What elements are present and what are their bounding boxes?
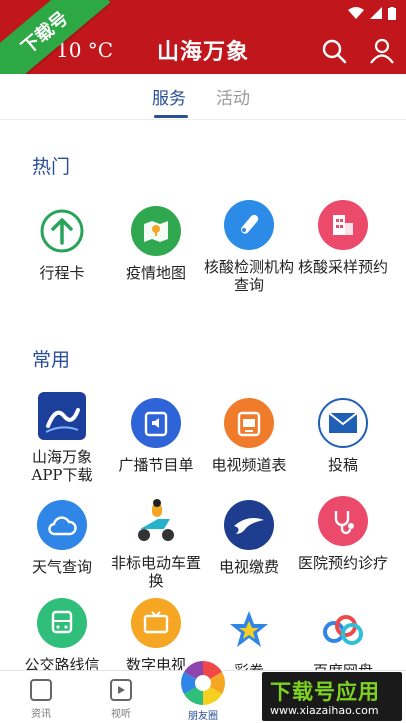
stethoscope-icon (318, 496, 368, 546)
status-bar (348, 4, 396, 22)
service-baidu-drive[interactable]: 百度网盘 (298, 604, 388, 680)
digital-tv-icon (131, 598, 181, 648)
user-icon (370, 38, 394, 64)
tab-activity[interactable]: 活动 (216, 84, 250, 109)
service-radio-schedule[interactable]: 广播节目单 (111, 398, 201, 474)
app-logo-icon (38, 392, 86, 440)
tab-service[interactable]: 服务 (152, 84, 186, 109)
signal-icon (370, 7, 382, 19)
mail-icon (318, 398, 368, 448)
star-icon (224, 604, 274, 654)
item-label: 行程卡 (39, 264, 85, 282)
play-icon (110, 679, 132, 701)
watermark-url: www.xiazaihao.com (270, 704, 379, 717)
bird-icon (224, 500, 274, 550)
search-button[interactable] (321, 38, 347, 64)
itinerary-arrow-icon (37, 206, 87, 256)
service-submit[interactable]: 投稿 (298, 398, 388, 474)
user-button[interactable] (369, 38, 395, 64)
item-label: 投稿 (327, 456, 358, 474)
radio-schedule-icon (131, 398, 181, 448)
test-tube-icon (224, 200, 274, 250)
item-label: 广播节目单 (118, 456, 194, 474)
item-label: 核酸采样预约 (298, 258, 389, 276)
service-tv-schedule[interactable]: 电视频道表 (204, 398, 294, 474)
cloud-icon (37, 500, 87, 550)
building-icon (318, 200, 368, 250)
nav-label: 视听 (111, 709, 131, 720)
service-app-download[interactable]: 山海万象APP下载 (17, 392, 107, 484)
item-label: 核酸检测机构查询 (204, 258, 295, 294)
item-label: 电视频道表 (211, 456, 287, 474)
item-label: 山海万象APP下载 (31, 448, 93, 484)
nav-label-moments: 朋友圈 (188, 711, 218, 722)
item-label: 疫情地图 (125, 264, 186, 282)
service-epidemic-map[interactable]: 疫情地图 (111, 206, 201, 282)
tab-bar: 服务 活动 (0, 74, 406, 120)
item-label: 非标电动车置换 (111, 554, 202, 590)
news-icon (30, 679, 52, 701)
service-hospital-booking[interactable]: 医院预约诊疗 (298, 496, 388, 572)
watermark-text: 下载号应用 (270, 680, 380, 704)
nav-moments[interactable] (178, 658, 228, 708)
service-weather[interactable]: 天气查询 (17, 500, 107, 576)
search-icon (322, 39, 347, 64)
watermark-logo: 下载号应用 www.xiazaihao.com (262, 672, 402, 721)
service-itinerary-card[interactable]: 行程卡 (17, 206, 107, 282)
service-test-booking[interactable]: 核酸采样预约 (298, 200, 388, 276)
cloud-drive-icon (318, 604, 368, 654)
aperture-icon (179, 659, 227, 707)
wifi-icon (348, 7, 364, 19)
item-label: 电视缴费 (218, 558, 279, 576)
nav-media[interactable]: 视听 (96, 679, 146, 720)
service-tv-payment[interactable]: 电视缴费 (204, 500, 294, 576)
battery-icon (388, 6, 396, 20)
section-title-hot: 热门 (32, 156, 71, 178)
item-label: 医院预约诊疗 (298, 554, 389, 572)
service-test-agency-search[interactable]: 核酸检测机构查询 (204, 200, 294, 294)
tv-schedule-icon (224, 398, 274, 448)
active-tab-indicator (154, 115, 188, 118)
service-ebike-exchange[interactable]: 非标电动车置换 (111, 496, 201, 590)
bus-icon (37, 598, 87, 648)
item-label: 天气查询 (31, 558, 92, 576)
scooter-icon (131, 496, 181, 546)
nav-news[interactable]: 资讯 (16, 679, 66, 720)
nav-label: 资讯 (31, 709, 51, 720)
section-title-common: 常用 (32, 349, 71, 371)
epidemic-map-icon (131, 206, 181, 256)
service-bus-route[interactable]: 公交路线信 (17, 598, 107, 674)
